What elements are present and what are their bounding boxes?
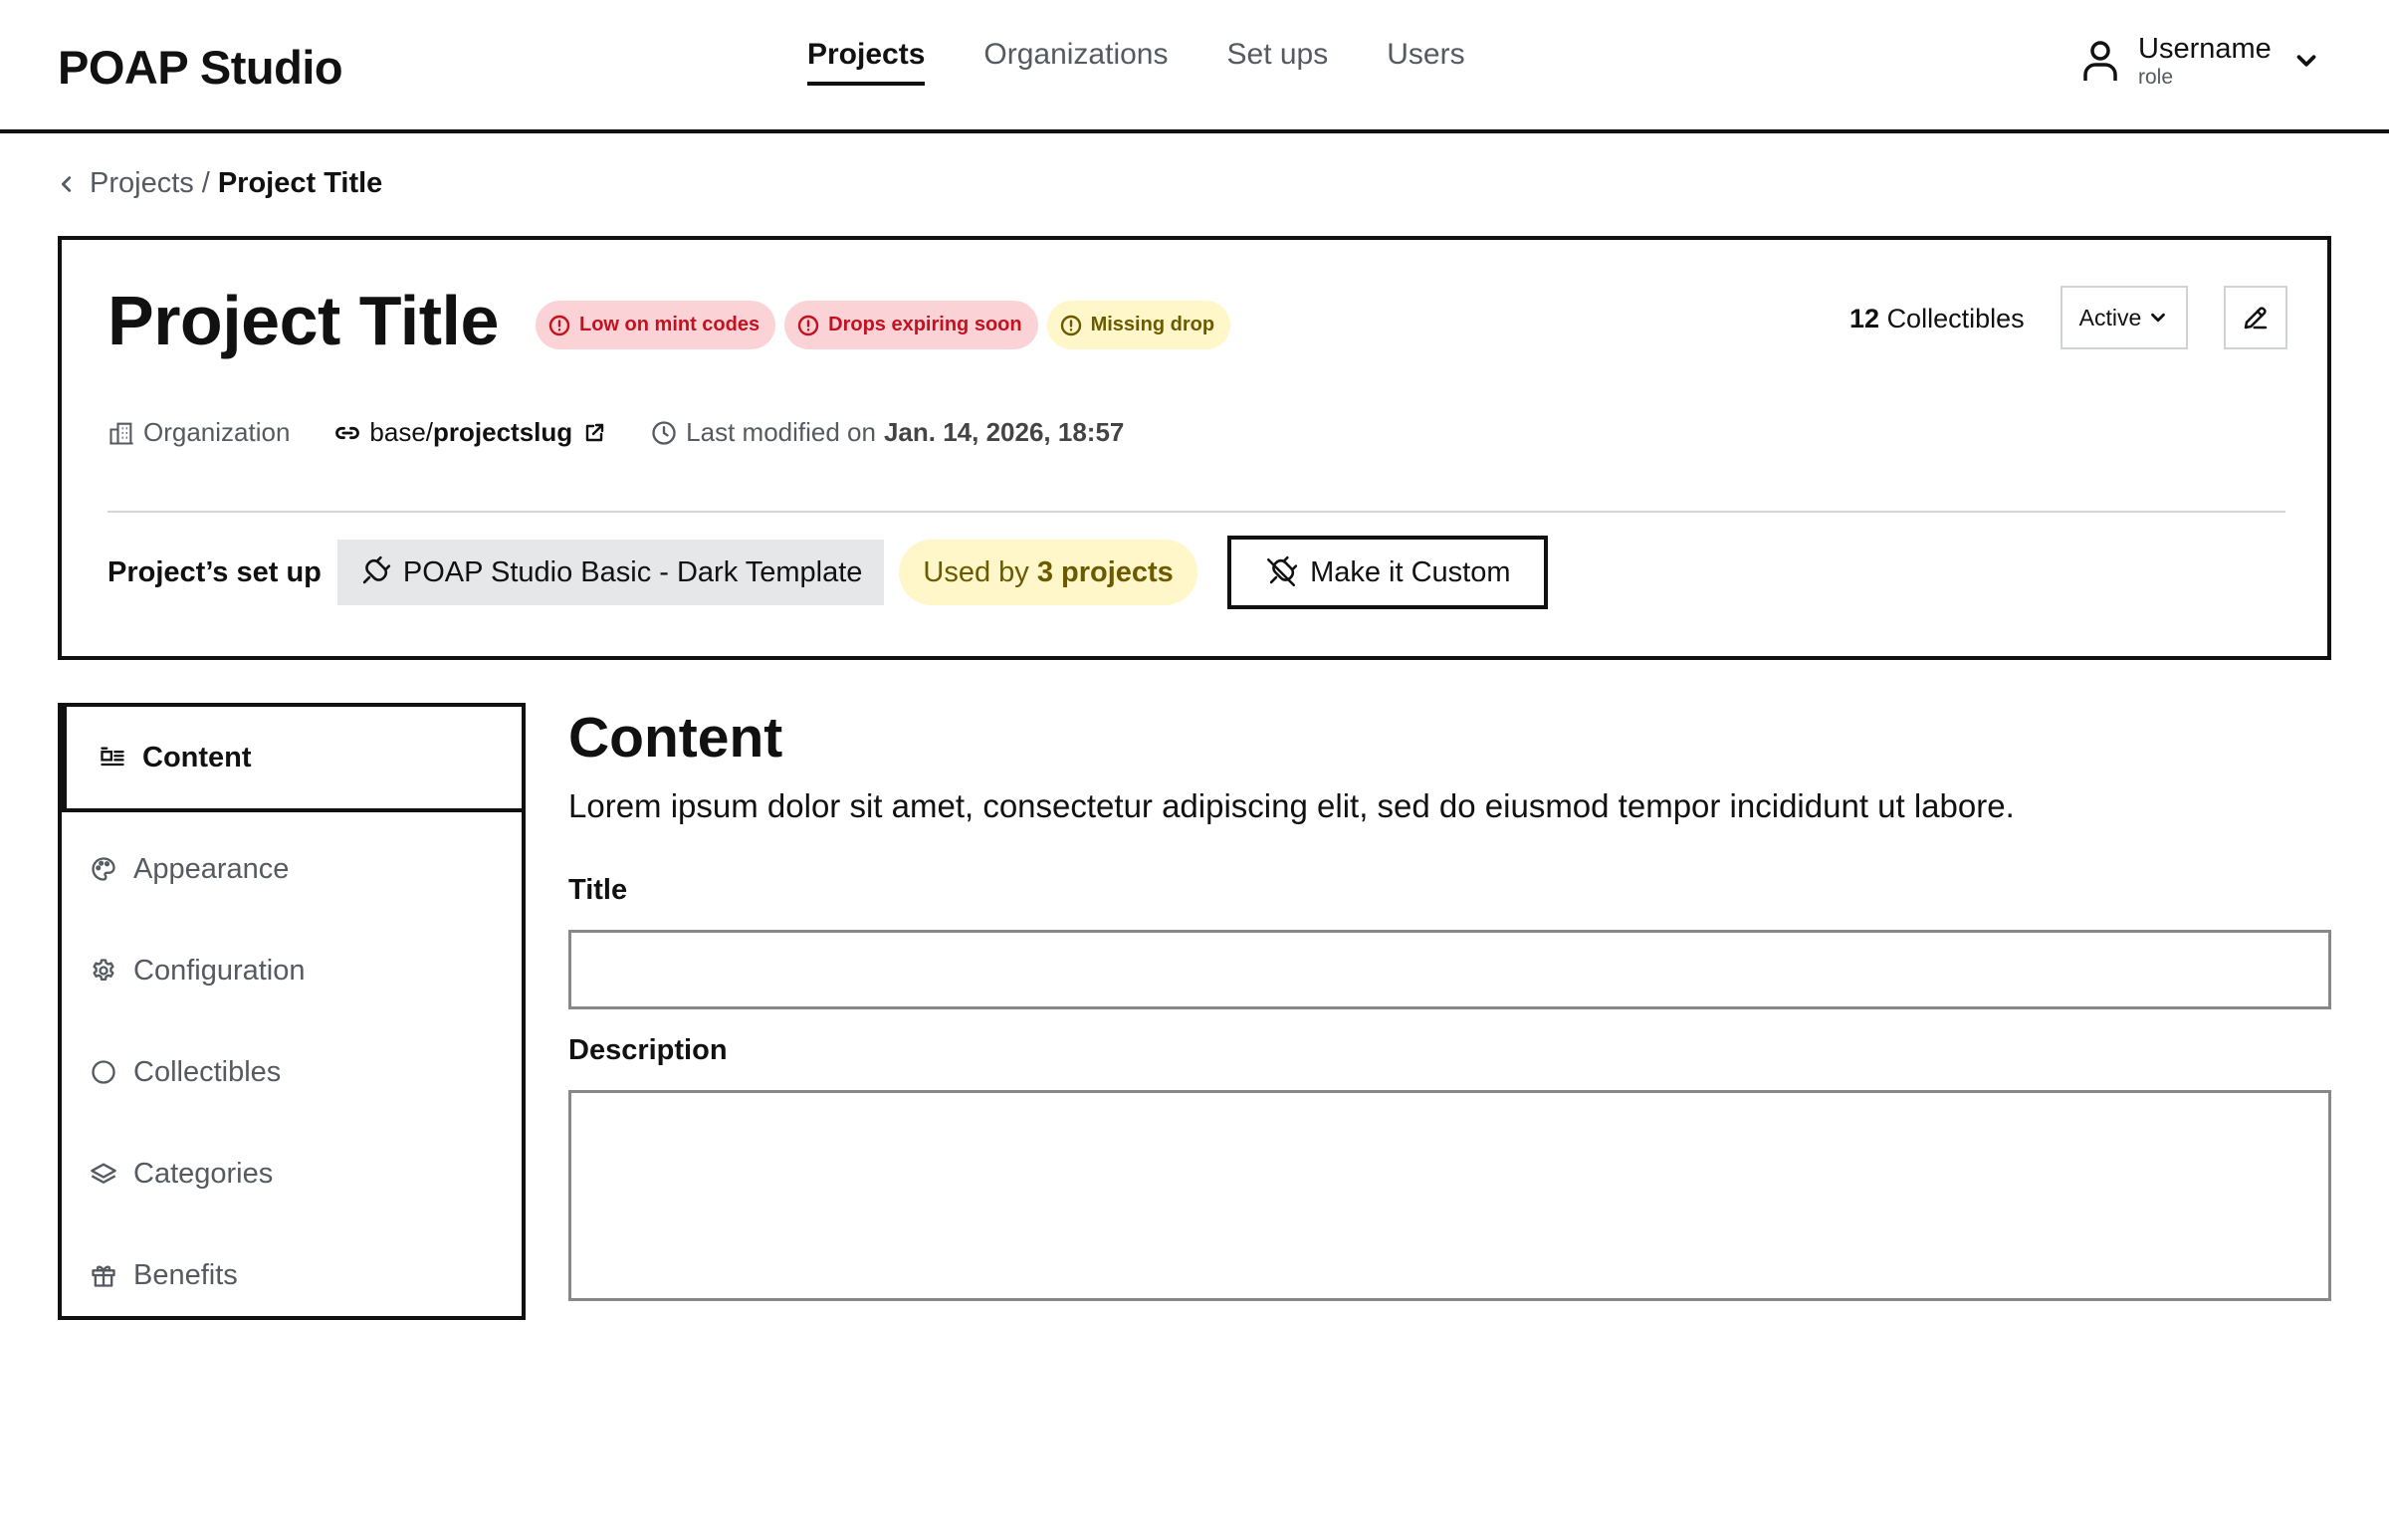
make-custom-label: Make it Custom bbox=[1310, 555, 1511, 588]
sidebar-item-label: Configuration bbox=[133, 954, 306, 987]
pencil-icon bbox=[2244, 307, 2268, 330]
badge-label: Missing drop bbox=[1090, 314, 1215, 335]
project-header-card: Project Title Low on mint codes Drops ex… bbox=[58, 236, 2331, 660]
setup-template-name: POAP Studio Basic - Dark Template bbox=[402, 555, 863, 588]
nav-setups[interactable]: Set ups bbox=[1227, 38, 1329, 86]
sidebar-item-content[interactable]: Content bbox=[62, 707, 522, 812]
chevron-down-icon bbox=[2151, 313, 2166, 323]
sidebar-item-benefits[interactable]: Benefits bbox=[62, 1224, 522, 1326]
setup-label: Project’s set up bbox=[108, 555, 322, 588]
breadcrumb: Projects / Project Title bbox=[56, 167, 382, 200]
sidebar-item-label: Content bbox=[142, 741, 252, 773]
used-by-prefix: Used by bbox=[923, 555, 1029, 588]
collectibles-label: Collectibles bbox=[1886, 304, 2025, 333]
external-link-icon bbox=[585, 423, 604, 441]
user-icon bbox=[2083, 41, 2117, 81]
status-badges: Low on mint codes Drops expiring soon Mi… bbox=[536, 301, 1231, 349]
collectibles-number: 12 bbox=[1849, 304, 1880, 333]
user-role: role bbox=[2138, 66, 2174, 89]
sidebar-item-collectibles[interactable]: Collectibles bbox=[62, 1021, 522, 1123]
used-by-value: 3 projects bbox=[1036, 555, 1174, 588]
status-value: Active bbox=[2078, 304, 2142, 330]
content-heading: Content bbox=[568, 706, 783, 770]
sidebar-item-categories[interactable]: Categories bbox=[62, 1123, 522, 1224]
edit-project-button[interactable] bbox=[2224, 286, 2287, 349]
status-dropdown[interactable]: Active bbox=[2061, 286, 2188, 349]
user-menu[interactable]: Username role bbox=[2080, 32, 2321, 90]
badge-label: Low on mint codes bbox=[579, 314, 760, 335]
brand-logo[interactable]: POAP Studio bbox=[58, 40, 343, 95]
make-custom-button[interactable]: Make it Custom bbox=[1226, 536, 1548, 609]
collectibles-count: 12 Collectibles bbox=[1849, 304, 2025, 334]
sidebar-item-label: Categories bbox=[133, 1157, 274, 1190]
last-modified: Last modified on Jan. 14, 2026, 18:57 bbox=[650, 417, 1124, 448]
user-info: Username role bbox=[2138, 32, 2272, 90]
gear-icon bbox=[93, 959, 114, 982]
badge-drops-expiring: Drops expiring soon bbox=[784, 301, 1038, 349]
sidebar-item-appearance[interactable]: Appearance bbox=[62, 818, 522, 920]
header-divider bbox=[108, 511, 2285, 513]
alert-circle-icon bbox=[797, 315, 819, 335]
project-setup-row: Project’s set up POAP Studio Basic - Dar… bbox=[108, 536, 1548, 609]
alert-circle-icon bbox=[1060, 315, 1081, 335]
alert-circle-icon bbox=[548, 315, 570, 335]
chevron-down-icon bbox=[2296, 55, 2316, 67]
link-icon bbox=[335, 426, 360, 439]
sidebar-item-label: Benefits bbox=[133, 1258, 238, 1291]
nav-users[interactable]: Users bbox=[1387, 38, 1464, 86]
project-meta: Organization base/projectslug Last modif… bbox=[108, 417, 1124, 448]
last-modified-label: Last modified on bbox=[686, 417, 876, 447]
content-icon bbox=[101, 747, 124, 767]
slug-base: base/ bbox=[369, 417, 434, 447]
clock-icon bbox=[652, 420, 676, 445]
description-field-label: Description bbox=[568, 1034, 728, 1066]
breadcrumb-separator: / bbox=[201, 167, 210, 199]
badge-low-mint-codes: Low on mint codes bbox=[536, 301, 776, 349]
section-sidebar: Content Appearance Configuration Collect… bbox=[58, 703, 526, 1320]
circle-icon bbox=[92, 1060, 115, 1084]
plug-icon bbox=[362, 555, 391, 584]
used-by-badge: Used by 3 projects bbox=[899, 540, 1197, 605]
title-input[interactable] bbox=[568, 930, 2331, 1009]
palette-icon bbox=[92, 857, 115, 881]
description-textarea[interactable] bbox=[568, 1090, 2331, 1301]
gift-icon bbox=[92, 1265, 115, 1287]
project-slug-link[interactable]: base/projectslug bbox=[333, 417, 606, 448]
layers-icon bbox=[91, 1163, 116, 1184]
chevron-left-icon[interactable] bbox=[56, 173, 78, 195]
breadcrumb-current: Project Title bbox=[217, 167, 383, 199]
title-field-label: Title bbox=[568, 874, 628, 906]
user-name: Username bbox=[2138, 33, 2272, 65]
breadcrumb-projects-link[interactable]: Projects bbox=[90, 167, 194, 200]
organization-link[interactable]: Organization bbox=[108, 417, 290, 448]
badge-missing-drop: Missing drop bbox=[1046, 301, 1231, 349]
top-navbar: POAP Studio Projects Organizations Set u… bbox=[0, 0, 2389, 133]
plug-off-icon bbox=[1267, 555, 1298, 587]
project-title: Project Title bbox=[108, 282, 499, 359]
sidebar-item-label: Appearance bbox=[133, 852, 290, 885]
building-icon bbox=[109, 422, 133, 445]
sidebar-item-configuration[interactable]: Configuration bbox=[62, 920, 522, 1021]
main-nav: Projects Organizations Set ups Users bbox=[807, 38, 1465, 86]
setup-template-chip: POAP Studio Basic - Dark Template bbox=[336, 540, 885, 605]
organization-label: Organization bbox=[143, 417, 291, 447]
sidebar-item-label: Collectibles bbox=[133, 1055, 282, 1088]
last-modified-value: Jan. 14, 2026, 18:57 bbox=[883, 417, 1125, 447]
nav-projects[interactable]: Projects bbox=[807, 38, 926, 86]
content-description: Lorem ipsum dolor sit amet, consectetur … bbox=[568, 787, 2015, 824]
slug-value: projectslug bbox=[433, 417, 573, 447]
nav-organizations[interactable]: Organizations bbox=[983, 38, 1168, 86]
badge-label: Drops expiring soon bbox=[828, 314, 1022, 335]
